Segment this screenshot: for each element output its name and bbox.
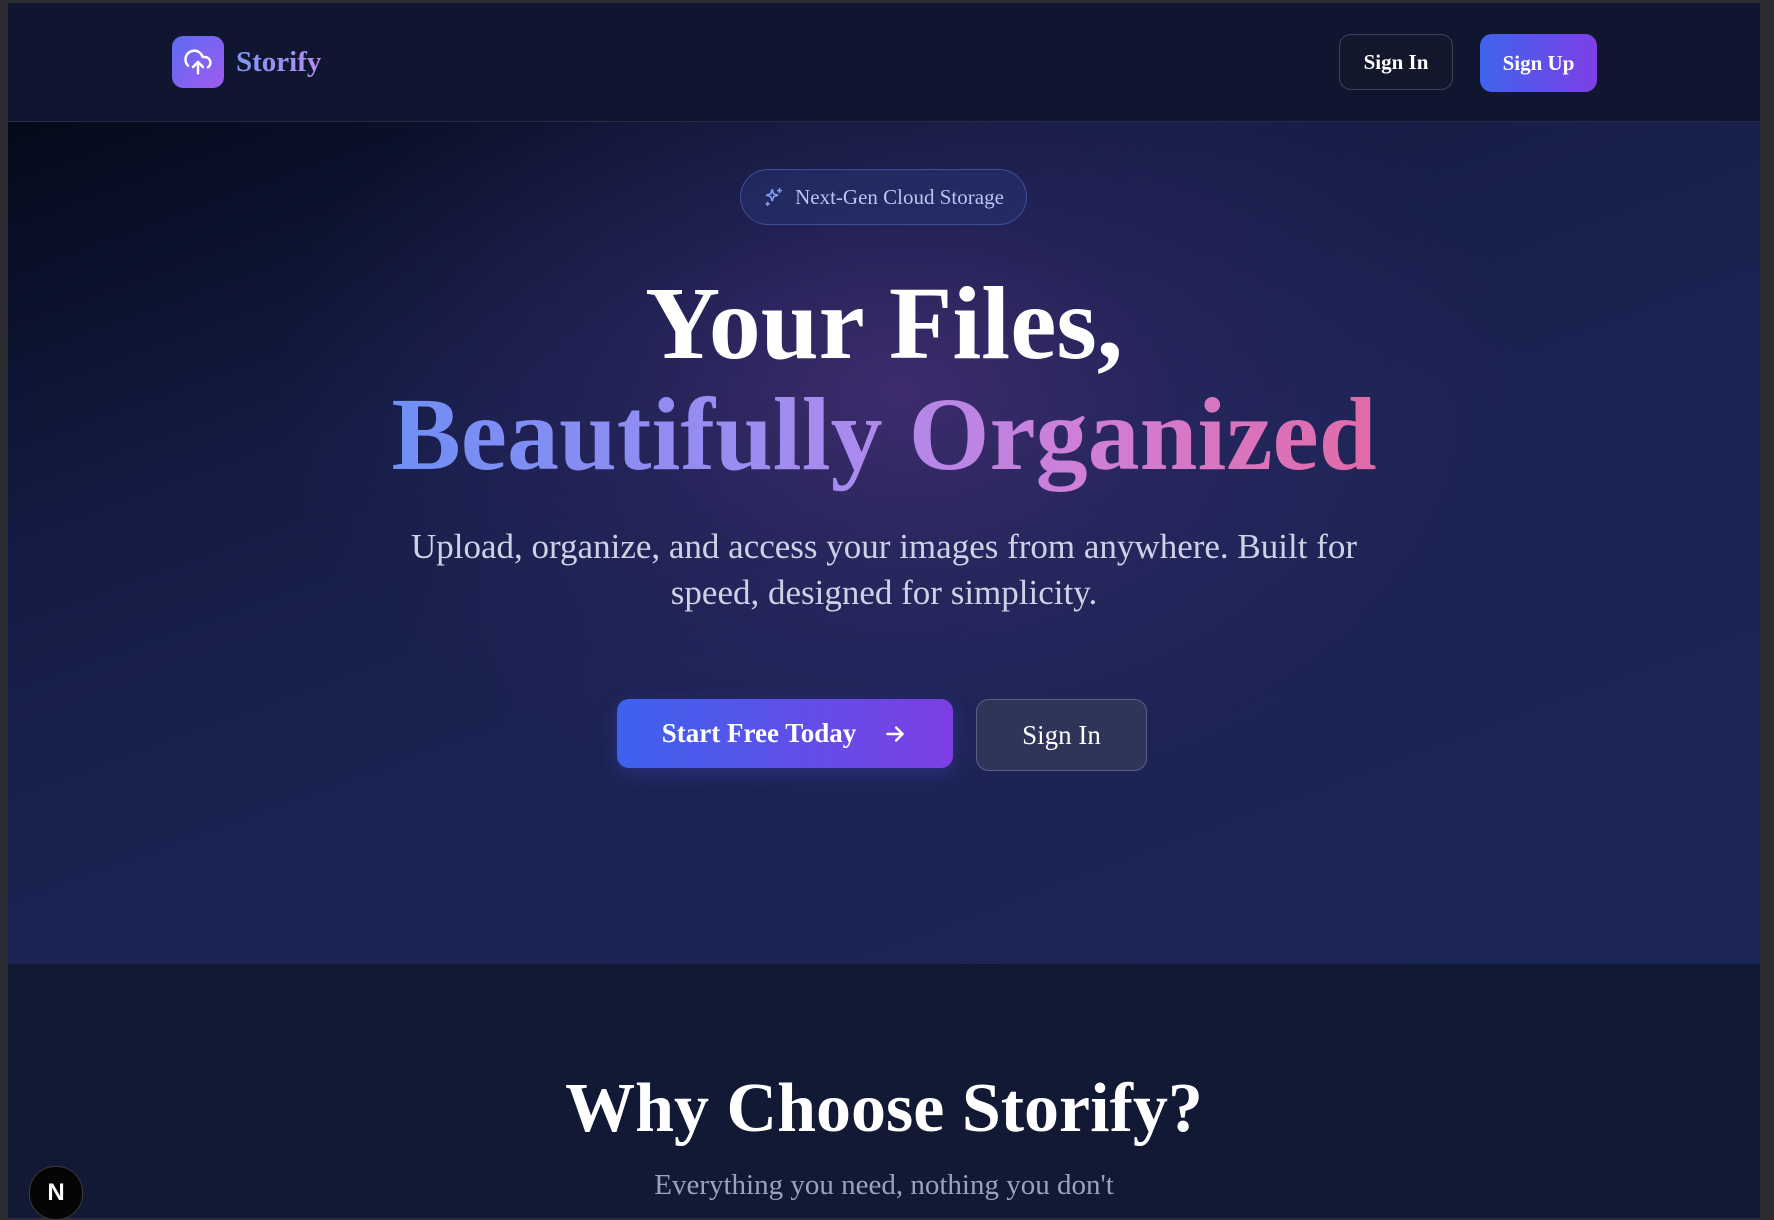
brand-logo[interactable]: Storify xyxy=(172,36,321,88)
hero-section: Next-Gen Cloud Storage Your Files, Beaut… xyxy=(8,122,1760,964)
hero-badge-label: Next-Gen Cloud Storage xyxy=(795,184,1004,209)
app-window: Storify Sign In Sign Up Next-Gen Cloud S… xyxy=(8,3,1760,1218)
sparkles-icon xyxy=(763,186,795,208)
header-sign-in-button[interactable]: Sign In xyxy=(1339,34,1453,90)
why-section: Why Choose Storify? Everything you need,… xyxy=(8,964,1760,1218)
start-free-label: Start Free Today xyxy=(661,718,857,748)
hero-badge: Next-Gen Cloud Storage xyxy=(740,169,1027,225)
top-navbar: Storify Sign In Sign Up xyxy=(8,3,1760,122)
brand-name: Storify xyxy=(236,45,322,78)
cloud-upload-icon xyxy=(172,36,224,88)
hero-sign-in-button[interactable]: Sign In xyxy=(976,699,1147,771)
nextjs-dev-icon[interactable]: N xyxy=(29,1166,83,1220)
start-free-button[interactable]: Start Free Today xyxy=(617,699,953,768)
why-title: Why Choose Storify? xyxy=(565,1070,1203,1147)
header-sign-up-button[interactable]: Sign Up xyxy=(1480,34,1597,92)
arrow-right-icon xyxy=(882,721,908,747)
why-subtitle: Everything you need, nothing you don't xyxy=(654,1169,1114,1201)
hero-title-line-1: Your Files, xyxy=(645,266,1123,381)
hero-subtitle: Upload, organize, and access your images… xyxy=(411,527,1357,612)
hero-title-line-2: Beautifully Organized xyxy=(8,377,1760,492)
hero-title-gradient-text: Beautifully Organized xyxy=(391,377,1377,492)
